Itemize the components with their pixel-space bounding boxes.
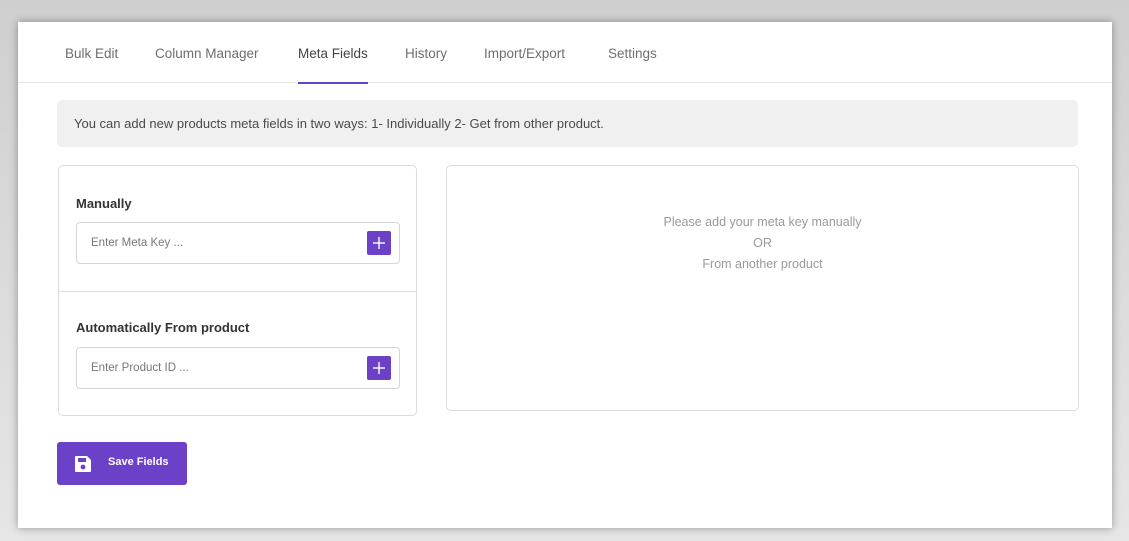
tab-bar: Bulk Edit Column Manager Meta Fields His… [18,22,1112,84]
tab-settings[interactable]: Settings [608,46,657,83]
empty-state-line-1: Please add your meta key manually [663,215,862,229]
product-id-input-group [76,347,400,389]
empty-state-line-3: From another product [702,257,823,271]
save-fields-button[interactable]: Save Fields [57,442,187,485]
empty-state-message: Please add your meta key manually OR Fro… [447,212,1078,275]
empty-state-line-2: OR [753,236,772,250]
tab-import-export[interactable]: Import/Export [484,46,565,83]
manual-section: Manually [59,166,416,292]
tab-column-manager[interactable]: Column Manager [155,46,259,83]
add-from-product-button[interactable] [367,356,391,380]
meta-key-input[interactable] [77,223,357,263]
tab-bulk-edit[interactable]: Bulk Edit [65,46,118,83]
meta-fields-panel: Bulk Edit Column Manager Meta Fields His… [18,22,1112,528]
meta-fields-list: Please add your meta key manually OR Fro… [446,165,1079,411]
meta-key-input-group [76,222,400,264]
tab-meta-fields[interactable]: Meta Fields [298,46,368,84]
floppy-disk-icon [75,456,91,472]
save-fields-label: Save Fields [108,456,169,468]
plus-icon [373,237,385,249]
info-message: You can add new products meta fields in … [57,100,1078,147]
add-meta-key-button[interactable] [367,231,391,255]
tab-history[interactable]: History [405,46,447,83]
automatic-section: Automatically From product [59,292,416,416]
product-id-input[interactable] [77,348,357,388]
add-meta-card: Manually Automatically From product [58,165,417,416]
manual-title: Manually [76,196,132,211]
automatic-title: Automatically From product [76,320,250,335]
plus-icon [373,362,385,374]
